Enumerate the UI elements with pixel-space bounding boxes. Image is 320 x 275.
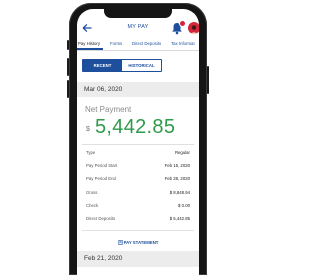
detail-row-pay-period-end: Pay Period End Feb 28, 2020 xyxy=(86,176,190,184)
phone-volume-up-button xyxy=(67,58,69,76)
detail-value: Feb 28, 2020 xyxy=(164,176,190,181)
net-payment-amount: 5,442.85 xyxy=(95,116,176,138)
detail-label: Type xyxy=(86,150,96,155)
detail-value: Feb 15, 2020 xyxy=(164,163,190,168)
recent-historical-toggle: RECENT HISTORICAL xyxy=(82,59,162,72)
detail-value: $ 8,848.94 xyxy=(169,190,190,195)
detail-value: Regular xyxy=(174,150,190,155)
detail-row-check: Check $ 0.00 xyxy=(86,203,190,211)
detail-value: $ 5,442.85 xyxy=(169,216,190,221)
user-avatar[interactable] xyxy=(188,22,199,34)
tab-tax-information[interactable]: Tax Informat xyxy=(171,41,195,46)
payment-date-header[interactable]: Mar 06, 2020 xyxy=(77,82,199,97)
app-header: MY PAY xyxy=(77,19,199,39)
detail-row-pay-period-start: Pay Period Start Feb 15, 2020 xyxy=(86,163,190,171)
currency-symbol: $ xyxy=(86,126,90,133)
active-tab-indicator xyxy=(77,48,103,50)
user-icon xyxy=(190,25,198,34)
payment-date: Mar 06, 2020 xyxy=(84,86,123,93)
detail-label: Pay Period Start xyxy=(86,163,118,168)
divider xyxy=(82,144,194,145)
detail-row-gross: Gross $ 8,848.94 xyxy=(86,190,190,198)
detail-row-direct-deposits: Direct Deposits $ 5,442.85 xyxy=(86,216,190,224)
phone-volume-down-button xyxy=(67,80,69,98)
historical-button[interactable]: HISTORICAL xyxy=(122,60,161,71)
pay-statement-link[interactable]: PAY STATEMENT xyxy=(77,240,199,246)
detail-label: Check xyxy=(86,203,99,208)
phone-notch xyxy=(104,9,172,18)
divider xyxy=(82,230,194,231)
payment-date-header[interactable]: Feb 21, 2020 xyxy=(77,251,199,267)
net-payment-label: Net Payment xyxy=(85,105,132,114)
document-icon xyxy=(118,240,123,246)
detail-row-type: Type Regular xyxy=(86,150,190,158)
pay-statement-label: PAY STATEMENT xyxy=(123,240,159,245)
notification-badge xyxy=(179,20,186,27)
phone-side-button xyxy=(67,40,69,50)
tab-forms[interactable]: Forms xyxy=(110,41,122,46)
detail-label: Pay Period End xyxy=(86,176,116,181)
phone-screen: MY PAY Pay History Forms Direct Deposits… xyxy=(77,9,199,275)
tab-pay-history[interactable]: Pay History xyxy=(78,41,100,46)
recent-button[interactable]: RECENT xyxy=(83,60,122,71)
detail-label: Gross xyxy=(86,190,98,195)
tab-bar: Pay History Forms Direct Deposits Tax In… xyxy=(77,38,199,51)
detail-value: $ 0.00 xyxy=(178,203,190,208)
phone-power-button xyxy=(207,66,209,94)
detail-label: Direct Deposits xyxy=(86,216,116,221)
tab-direct-deposits[interactable]: Direct Deposits xyxy=(132,41,161,46)
payment-date: Feb 21, 2020 xyxy=(84,255,123,262)
